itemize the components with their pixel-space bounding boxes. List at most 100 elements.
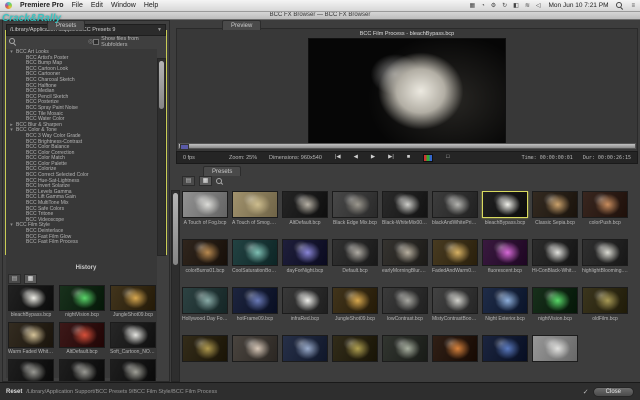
preset-item[interactable]: colorBurns01.bcp <box>181 239 229 274</box>
go-to-start-button[interactable]: |◀ <box>335 155 341 161</box>
step-forward-button[interactable]: ▶| <box>388 155 394 161</box>
preset-item[interactable]: FadedAndWarm00.bcp <box>431 239 479 274</box>
preset-thumbnail[interactable] <box>282 287 328 314</box>
preset-thumbnail[interactable] <box>482 239 528 266</box>
list-view-icon[interactable]: ▤ <box>182 176 195 186</box>
presets-scrollbar[interactable] <box>171 190 180 382</box>
sync-icon[interactable]: ↻ <box>502 3 507 9</box>
menu-item-help[interactable]: Help <box>144 2 158 9</box>
timeline-scrub-bar[interactable] <box>178 143 636 149</box>
preset-item[interactable]: Hollywood Day For Nig... <box>181 287 229 322</box>
history-thumbnail[interactable] <box>59 359 105 381</box>
tab-preview[interactable]: Preview <box>222 20 261 30</box>
history-thumbnail[interactable] <box>8 359 54 381</box>
preset-thumbnail[interactable] <box>182 191 228 218</box>
history-item[interactable]: AltDefault.bcp <box>59 322 105 355</box>
preset-thumbnail[interactable] <box>182 287 228 314</box>
menu-app-name[interactable]: Premiere Pro <box>20 2 64 9</box>
history-item[interactable] <box>59 359 105 381</box>
preset-item[interactable]: PaleBlue00.bcp <box>281 335 329 363</box>
search-icon[interactable] <box>216 178 223 185</box>
history-thumbnail[interactable] <box>8 322 54 348</box>
preset-item[interactable]: MistyContrastBoost09... <box>431 287 479 322</box>
preset-thumbnail[interactable] <box>382 239 428 266</box>
preset-item[interactable]: hotFrame09.bcp <box>231 287 279 322</box>
preset-item[interactable]: OldSuper8Color00.bcp <box>181 335 229 363</box>
step-back-button[interactable]: ◀ <box>354 155 358 161</box>
preset-thumbnail[interactable] <box>182 239 228 266</box>
preset-item[interactable]: blackAndWhitePrint.bcp <box>431 191 479 226</box>
preset-thumbnail[interactable] <box>282 191 328 218</box>
menu-item-file[interactable]: File <box>72 2 83 9</box>
preset-item[interactable]: oldFilm.bcp <box>581 287 629 322</box>
display-icon[interactable]: ▦ <box>469 3 475 9</box>
preset-thumbnail[interactable] <box>532 239 578 266</box>
preset-item[interactable]: CoolSaturationBoost0... <box>231 239 279 274</box>
preset-item[interactable]: earlyMorningBlur.bcp <box>381 239 429 274</box>
menu-item-edit[interactable]: Edit <box>91 2 103 9</box>
show-subfolders-option[interactable]: Show files from Subfolders <box>93 36 166 48</box>
history-item[interactable]: JungleShot09.bcp <box>110 285 156 318</box>
preset-thumbnail[interactable] <box>432 191 478 218</box>
preset-item[interactable]: Night Exterior.bcp <box>481 287 529 322</box>
preset-thumbnail[interactable] <box>432 239 478 266</box>
preset-item[interactable]: shadowDiffusion.bcp <box>381 335 429 363</box>
battery-icon[interactable]: ◧ <box>513 3 519 9</box>
preset-thumbnail[interactable] <box>532 191 578 218</box>
preset-item[interactable]: JungleShot09.bcp <box>331 287 379 322</box>
preset-thumbnail[interactable] <box>532 287 578 314</box>
preset-thumbnail[interactable] <box>232 239 278 266</box>
loop-button[interactable]: □ <box>446 155 449 161</box>
apply-check-icon[interactable]: ✓ <box>583 388 589 396</box>
history-thumbnail[interactable] <box>110 359 156 381</box>
preset-item[interactable]: lowContrast.bcp <box>381 287 429 322</box>
list-view-icon[interactable]: ▤ <box>8 274 21 284</box>
time-machine-icon[interactable]: ◔ <box>481 3 485 9</box>
preset-thumbnail[interactable] <box>582 287 628 314</box>
preset-thumbnail[interactable] <box>582 239 628 266</box>
preset-item[interactable]: nightVision.bcp <box>531 287 579 322</box>
checkbox-icon[interactable] <box>93 39 99 45</box>
notification-center-icon[interactable]: ≡ <box>631 3 635 9</box>
preset-item[interactable]: Classic Sepia.bcp <box>531 191 579 226</box>
preset-item[interactable]: Black-WhiteMix00.bcp <box>381 191 429 226</box>
preset-thumbnail[interactable] <box>332 335 378 362</box>
menu-item-window[interactable]: Window <box>111 2 136 9</box>
history-item[interactable]: nightVision.bcp <box>59 285 105 318</box>
preset-item[interactable]: warmCool.bcp <box>481 335 529 363</box>
window-title-bar[interactable]: BCC FX Browser — BCC FX Browser <box>0 11 640 20</box>
preset-item[interactable]: Hi-ConBlack-White0... <box>531 239 579 274</box>
play-button[interactable]: ▶ <box>371 155 375 161</box>
history-item[interactable] <box>8 359 54 381</box>
preset-item[interactable]: A Touch of Fog.bcp <box>181 191 229 226</box>
preset-thumbnail[interactable] <box>582 191 628 218</box>
history-item[interactable]: Warm Faded White.bcp <box>8 322 54 355</box>
stop-button[interactable]: ■ <box>407 155 410 161</box>
preset-thumbnail[interactable] <box>532 335 578 362</box>
history-item[interactable]: Soft_Cartoon_NO_Line... <box>110 322 156 355</box>
preset-item[interactable]: AltDefault.bcp <box>281 191 329 226</box>
chevron-down-icon[interactable]: ▾ <box>9 128 14 134</box>
rgb-channels-button[interactable] <box>423 154 433 162</box>
preset-thumbnail[interactable] <box>332 191 378 218</box>
history-thumbnail[interactable] <box>110 285 156 311</box>
tab-presets-grid[interactable]: Presets <box>203 166 241 176</box>
volume-icon[interactable]: ◁ <box>536 3 541 9</box>
tree-scrollbar-thumb[interactable] <box>159 61 164 109</box>
preset-thumbnail[interactable] <box>432 287 478 314</box>
presets-scrollbar-thumb[interactable] <box>173 193 178 265</box>
preset-item[interactable]: fluorescent.bcp <box>481 239 529 274</box>
tree-item[interactable]: BCC Fast Film Process <box>6 240 157 246</box>
tab-presets-left[interactable]: Presets <box>47 20 85 30</box>
spotlight-search-icon[interactable] <box>616 2 623 9</box>
preset-item[interactable]: infraRed.bcp <box>281 287 329 322</box>
grid-view-icon[interactable]: ▦ <box>199 176 212 186</box>
preset-item[interactable]: Default.bcp <box>331 239 379 274</box>
preset-thumbnail[interactable] <box>232 191 278 218</box>
preset-item[interactable]: OverSaturated-Crosse... <box>231 335 279 363</box>
preset-path-dropdown[interactable]: /Library/Application Support/BCC Presets… <box>6 24 166 36</box>
preset-thumbnail[interactable] <box>182 335 228 362</box>
preset-thumbnail[interactable] <box>482 287 528 314</box>
grid-view-icon[interactable]: ▦ <box>24 274 37 284</box>
preset-item[interactable]: A Touch of Smog.bcp <box>231 191 279 226</box>
